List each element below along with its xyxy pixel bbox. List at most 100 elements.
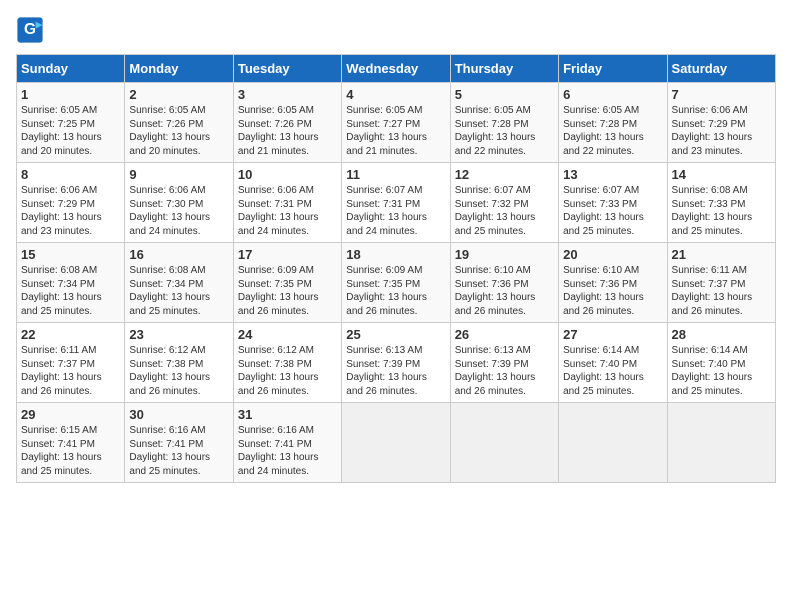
day-number: 4 [346,87,445,102]
header-thursday: Thursday [450,55,558,83]
day-number: 5 [455,87,554,102]
cell-content: Sunrise: 6:06 AMSunset: 7:29 PMDaylight:… [21,185,102,237]
calendar-cell: 2 Sunrise: 6:05 AMSunset: 7:26 PMDayligh… [125,83,233,163]
day-number: 31 [238,407,337,422]
cell-content: Sunrise: 6:06 AMSunset: 7:31 PMDaylight:… [238,185,319,237]
cell-content: Sunrise: 6:16 AMSunset: 7:41 PMDaylight:… [129,425,210,477]
calendar-cell [450,403,558,483]
calendar-week-row: 8 Sunrise: 6:06 AMSunset: 7:29 PMDayligh… [17,163,776,243]
day-number: 26 [455,327,554,342]
cell-content: Sunrise: 6:14 AMSunset: 7:40 PMDaylight:… [672,345,753,397]
cell-content: Sunrise: 6:07 AMSunset: 7:32 PMDaylight:… [455,185,536,237]
day-number: 23 [129,327,228,342]
cell-content: Sunrise: 6:14 AMSunset: 7:40 PMDaylight:… [563,345,644,397]
calendar-cell: 28 Sunrise: 6:14 AMSunset: 7:40 PMDaylig… [667,323,775,403]
cell-content: Sunrise: 6:05 AMSunset: 7:25 PMDaylight:… [21,105,102,157]
calendar-cell: 23 Sunrise: 6:12 AMSunset: 7:38 PMDaylig… [125,323,233,403]
calendar-cell: 30 Sunrise: 6:16 AMSunset: 7:41 PMDaylig… [125,403,233,483]
calendar-cell: 12 Sunrise: 6:07 AMSunset: 7:32 PMDaylig… [450,163,558,243]
cell-content: Sunrise: 6:07 AMSunset: 7:33 PMDaylight:… [563,185,644,237]
calendar-cell: 1 Sunrise: 6:05 AMSunset: 7:25 PMDayligh… [17,83,125,163]
cell-content: Sunrise: 6:05 AMSunset: 7:28 PMDaylight:… [455,105,536,157]
day-number: 24 [238,327,337,342]
calendar-cell: 11 Sunrise: 6:07 AMSunset: 7:31 PMDaylig… [342,163,450,243]
day-number: 9 [129,167,228,182]
day-number: 22 [21,327,120,342]
cell-content: Sunrise: 6:08 AMSunset: 7:33 PMDaylight:… [672,185,753,237]
day-number: 2 [129,87,228,102]
header-tuesday: Tuesday [233,55,341,83]
cell-content: Sunrise: 6:09 AMSunset: 7:35 PMDaylight:… [346,265,427,317]
cell-content: Sunrise: 6:11 AMSunset: 7:37 PMDaylight:… [672,265,753,317]
calendar-cell: 13 Sunrise: 6:07 AMSunset: 7:33 PMDaylig… [559,163,667,243]
day-number: 16 [129,247,228,262]
calendar-cell: 9 Sunrise: 6:06 AMSunset: 7:30 PMDayligh… [125,163,233,243]
cell-content: Sunrise: 6:06 AMSunset: 7:30 PMDaylight:… [129,185,210,237]
cell-content: Sunrise: 6:06 AMSunset: 7:29 PMDaylight:… [672,105,753,157]
header-monday: Monday [125,55,233,83]
page-header: G [16,16,776,44]
calendar-cell: 17 Sunrise: 6:09 AMSunset: 7:35 PMDaylig… [233,243,341,323]
svg-text:G: G [24,21,36,38]
calendar-cell: 27 Sunrise: 6:14 AMSunset: 7:40 PMDaylig… [559,323,667,403]
day-number: 10 [238,167,337,182]
cell-content: Sunrise: 6:12 AMSunset: 7:38 PMDaylight:… [238,345,319,397]
day-number: 30 [129,407,228,422]
calendar-cell: 25 Sunrise: 6:13 AMSunset: 7:39 PMDaylig… [342,323,450,403]
cell-content: Sunrise: 6:05 AMSunset: 7:26 PMDaylight:… [238,105,319,157]
cell-content: Sunrise: 6:09 AMSunset: 7:35 PMDaylight:… [238,265,319,317]
cell-content: Sunrise: 6:08 AMSunset: 7:34 PMDaylight:… [21,265,102,317]
calendar-cell: 10 Sunrise: 6:06 AMSunset: 7:31 PMDaylig… [233,163,341,243]
day-number: 21 [672,247,771,262]
day-number: 3 [238,87,337,102]
calendar-cell: 3 Sunrise: 6:05 AMSunset: 7:26 PMDayligh… [233,83,341,163]
day-number: 25 [346,327,445,342]
calendar-cell: 7 Sunrise: 6:06 AMSunset: 7:29 PMDayligh… [667,83,775,163]
calendar-week-row: 15 Sunrise: 6:08 AMSunset: 7:34 PMDaylig… [17,243,776,323]
calendar-cell: 8 Sunrise: 6:06 AMSunset: 7:29 PMDayligh… [17,163,125,243]
day-number: 11 [346,167,445,182]
day-number: 18 [346,247,445,262]
cell-content: Sunrise: 6:08 AMSunset: 7:34 PMDaylight:… [129,265,210,317]
calendar-cell: 24 Sunrise: 6:12 AMSunset: 7:38 PMDaylig… [233,323,341,403]
cell-content: Sunrise: 6:10 AMSunset: 7:36 PMDaylight:… [563,265,644,317]
calendar-week-row: 1 Sunrise: 6:05 AMSunset: 7:25 PMDayligh… [17,83,776,163]
day-number: 8 [21,167,120,182]
calendar-cell [559,403,667,483]
calendar-cell: 15 Sunrise: 6:08 AMSunset: 7:34 PMDaylig… [17,243,125,323]
calendar-cell: 16 Sunrise: 6:08 AMSunset: 7:34 PMDaylig… [125,243,233,323]
calendar-cell [667,403,775,483]
day-number: 7 [672,87,771,102]
calendar-cell: 6 Sunrise: 6:05 AMSunset: 7:28 PMDayligh… [559,83,667,163]
calendar-cell [342,403,450,483]
header-wednesday: Wednesday [342,55,450,83]
cell-content: Sunrise: 6:13 AMSunset: 7:39 PMDaylight:… [346,345,427,397]
cell-content: Sunrise: 6:12 AMSunset: 7:38 PMDaylight:… [129,345,210,397]
header-friday: Friday [559,55,667,83]
calendar-cell: 4 Sunrise: 6:05 AMSunset: 7:27 PMDayligh… [342,83,450,163]
day-number: 28 [672,327,771,342]
day-number: 14 [672,167,771,182]
cell-content: Sunrise: 6:15 AMSunset: 7:41 PMDaylight:… [21,425,102,477]
day-number: 19 [455,247,554,262]
header-sunday: Sunday [17,55,125,83]
header-saturday: Saturday [667,55,775,83]
calendar-cell: 26 Sunrise: 6:13 AMSunset: 7:39 PMDaylig… [450,323,558,403]
calendar-header-row: SundayMondayTuesdayWednesdayThursdayFrid… [17,55,776,83]
cell-content: Sunrise: 6:13 AMSunset: 7:39 PMDaylight:… [455,345,536,397]
day-number: 27 [563,327,662,342]
day-number: 15 [21,247,120,262]
calendar-cell: 19 Sunrise: 6:10 AMSunset: 7:36 PMDaylig… [450,243,558,323]
day-number: 1 [21,87,120,102]
logo: G [16,16,48,44]
calendar-cell: 22 Sunrise: 6:11 AMSunset: 7:37 PMDaylig… [17,323,125,403]
calendar-cell: 21 Sunrise: 6:11 AMSunset: 7:37 PMDaylig… [667,243,775,323]
cell-content: Sunrise: 6:07 AMSunset: 7:31 PMDaylight:… [346,185,427,237]
calendar-cell: 29 Sunrise: 6:15 AMSunset: 7:41 PMDaylig… [17,403,125,483]
day-number: 13 [563,167,662,182]
calendar-table: SundayMondayTuesdayWednesdayThursdayFrid… [16,54,776,483]
calendar-cell: 14 Sunrise: 6:08 AMSunset: 7:33 PMDaylig… [667,163,775,243]
cell-content: Sunrise: 6:11 AMSunset: 7:37 PMDaylight:… [21,345,102,397]
cell-content: Sunrise: 6:05 AMSunset: 7:26 PMDaylight:… [129,105,210,157]
calendar-cell: 31 Sunrise: 6:16 AMSunset: 7:41 PMDaylig… [233,403,341,483]
